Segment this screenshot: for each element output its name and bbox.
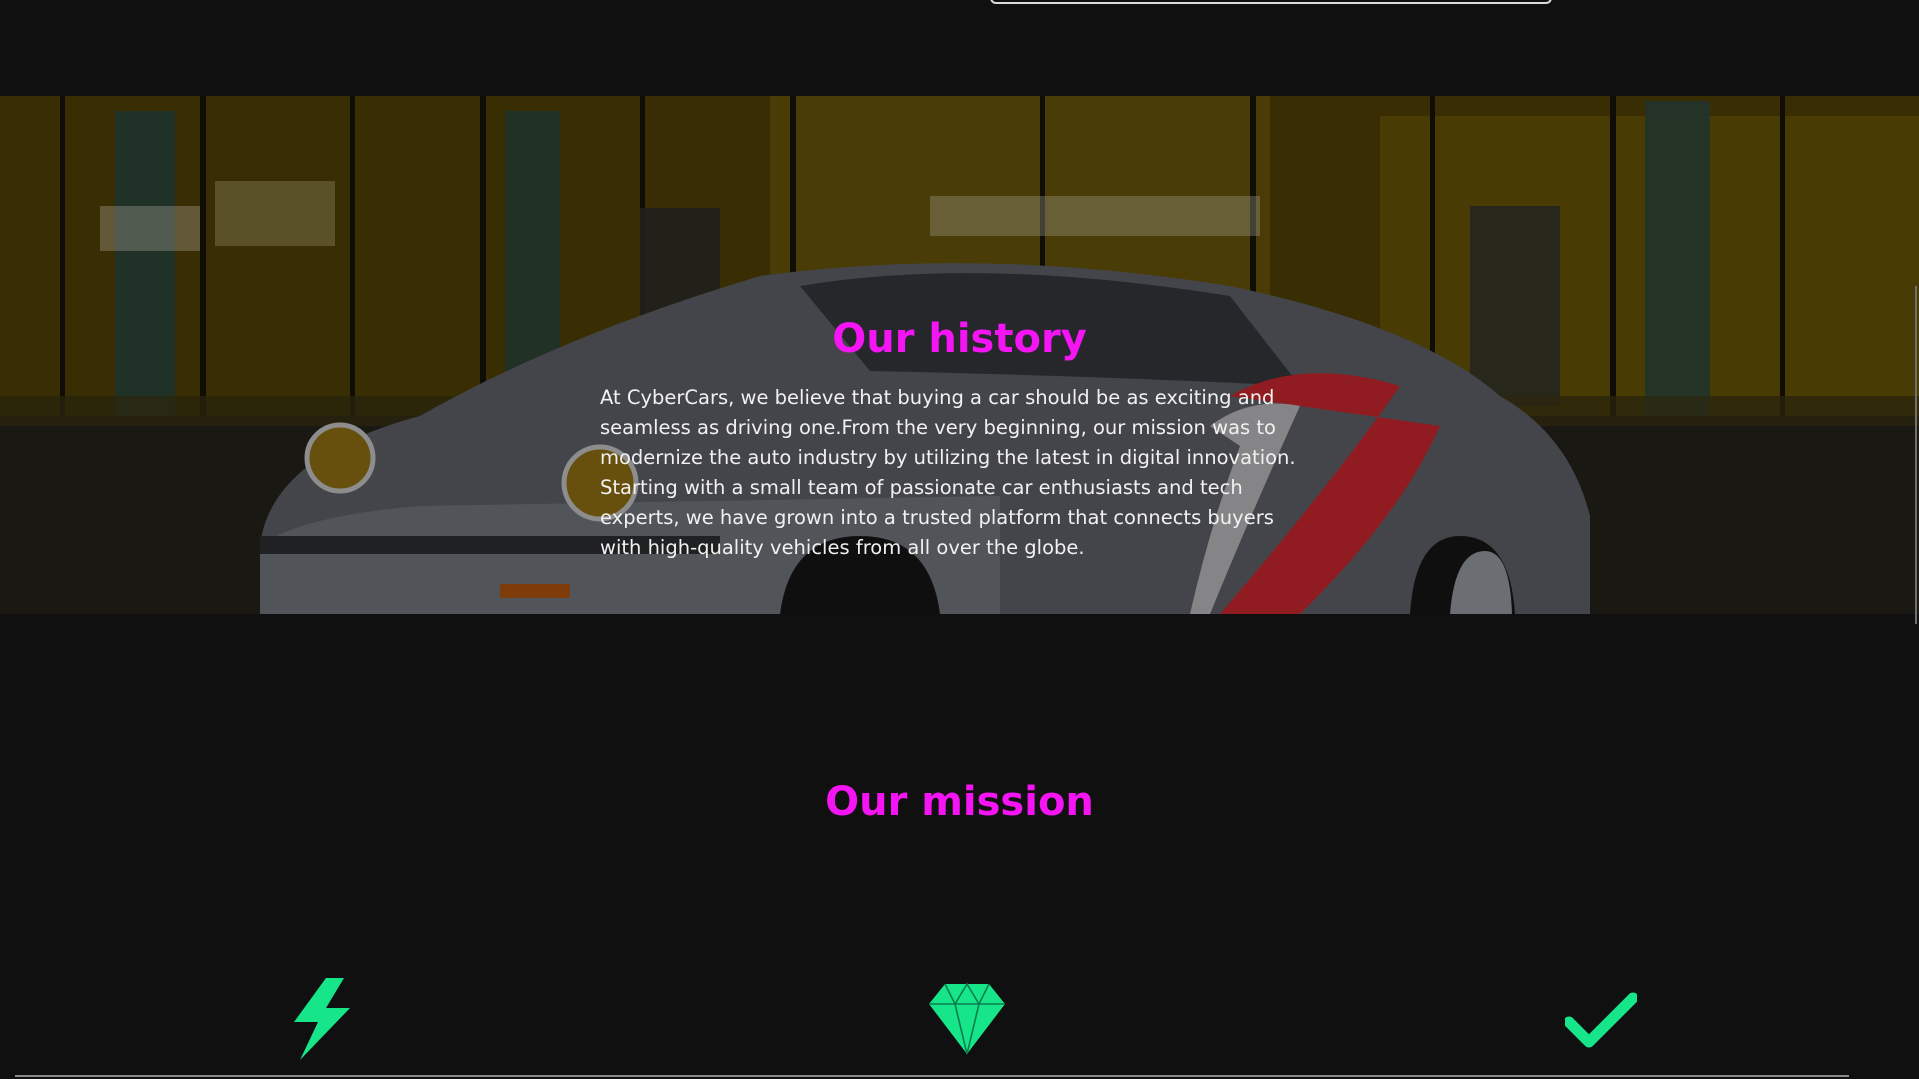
mission-title: Our mission	[825, 779, 1094, 825]
top-section	[0, 0, 1919, 96]
history-title: Our history	[832, 316, 1087, 362]
history-description: At CyberCars, we believe that buying a c…	[600, 386, 1296, 559]
section-divider	[15, 1075, 1849, 1077]
check-icon	[1565, 992, 1637, 1048]
form-field-bottom-edge[interactable]	[990, 0, 1552, 4]
gem-icon	[929, 982, 1005, 1055]
history-section: Our history At CyberCars, we believe tha…	[0, 96, 1919, 614]
bolt-icon	[294, 978, 350, 1060]
scrollbar-thumb[interactable]	[1915, 286, 1917, 624]
